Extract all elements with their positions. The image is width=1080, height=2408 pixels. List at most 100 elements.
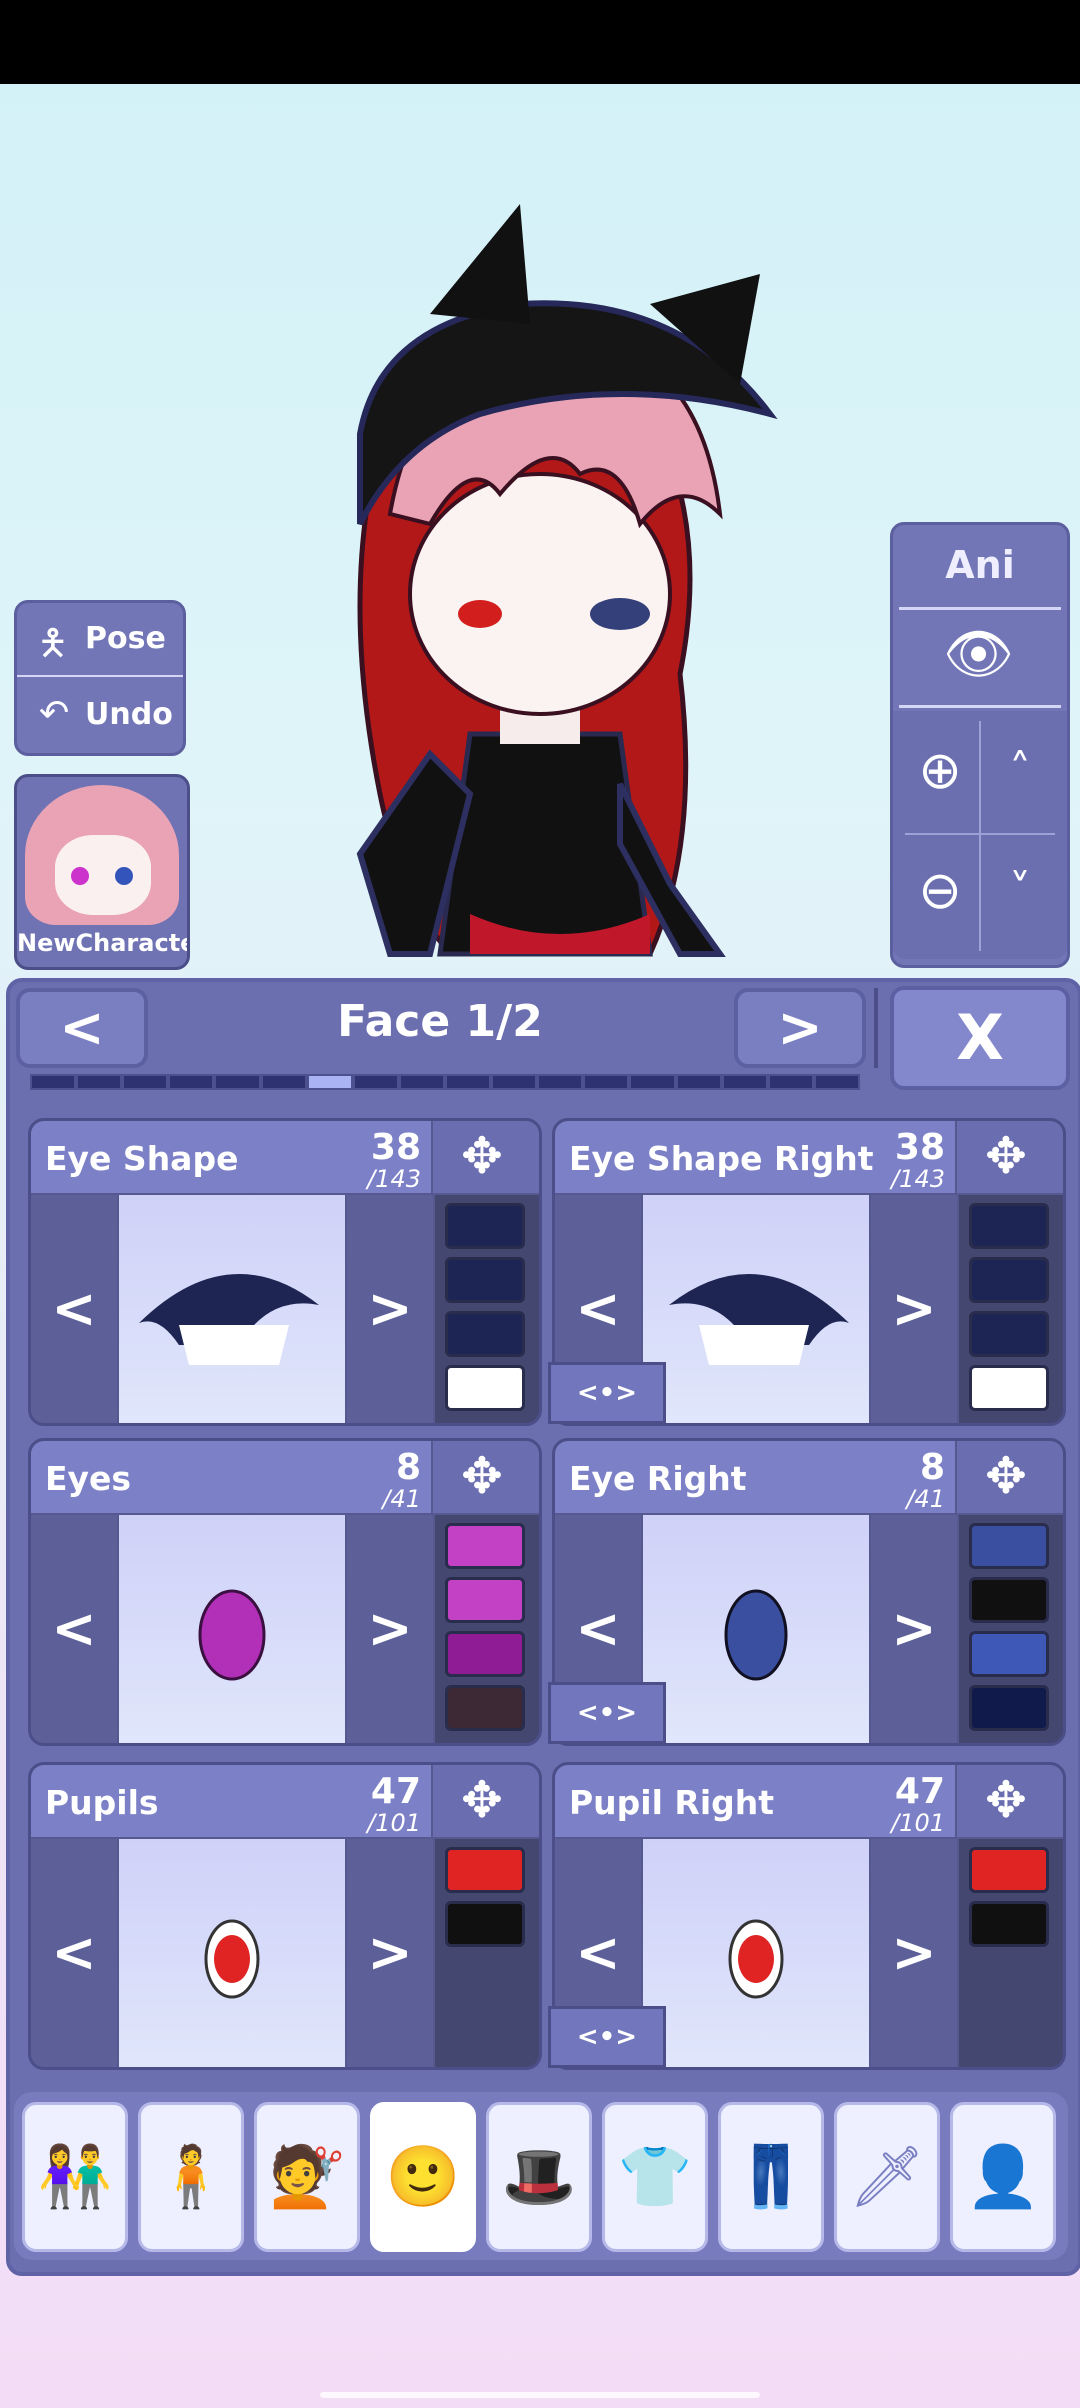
option-number: 8: [395, 1447, 421, 1488]
tab-top[interactable]: 👕: [602, 2102, 708, 2252]
move-button[interactable]: ✥: [433, 1121, 539, 1193]
progress-segment: [216, 1076, 259, 1088]
progress-segment: [124, 1076, 167, 1088]
card-header: Eye Right 8/41: [555, 1441, 955, 1513]
mirror-button[interactable]: <•>: [548, 2006, 666, 2068]
move-arrows-icon: ✥: [461, 1447, 503, 1505]
move-arrows-icon: ✥: [985, 1771, 1027, 1829]
move-up-button[interactable]: ˄: [985, 721, 1055, 821]
color-swatch[interactable]: [445, 1203, 525, 1249]
chevron-down-icon: ˅: [1009, 865, 1031, 916]
tab-bottom[interactable]: 👖: [718, 2102, 824, 2252]
option-card: Eyes 8/41 ✥ < >: [28, 1438, 542, 1746]
move-button[interactable]: ✥: [433, 1765, 539, 1837]
next-page-button[interactable]: >: [734, 988, 866, 1068]
color-swatch[interactable]: [445, 1685, 525, 1731]
character-preview[interactable]: [320, 194, 790, 1064]
option-total: /41: [382, 1485, 421, 1513]
close-button[interactable]: X: [890, 986, 1070, 1090]
undo-label: Undo: [85, 697, 173, 732]
ani-button[interactable]: Ani: [893, 543, 1067, 587]
color-swatch[interactable]: [445, 1311, 525, 1357]
progress-segment: [170, 1076, 213, 1088]
undo-button[interactable]: ↶ Undo: [17, 679, 183, 751]
tab-presets[interactable]: 👫: [22, 2102, 128, 2252]
color-swatch[interactable]: [969, 1631, 1049, 1677]
camera-controls: ⊕ ˄ ⊖ ˅: [893, 711, 1067, 959]
color-swatch[interactable]: [969, 1901, 1049, 1947]
undo-icon: ↶: [39, 693, 70, 734]
option-total: /101: [367, 1809, 421, 1837]
option-preview: [643, 1839, 869, 2067]
tab-body[interactable]: 🧍: [138, 2102, 244, 2252]
progress-segment: [493, 1076, 536, 1088]
color-swatch[interactable]: [445, 1847, 525, 1893]
move-button[interactable]: ✥: [957, 1765, 1063, 1837]
progress-segment: [769, 1076, 812, 1088]
prev-option-button[interactable]: <: [31, 1515, 117, 1743]
color-swatch[interactable]: [969, 1847, 1049, 1893]
next-option-button[interactable]: >: [347, 1839, 433, 2067]
mirror-button[interactable]: <•>: [548, 1682, 666, 1744]
eye-shape-right-preview: [669, 1273, 849, 1365]
progress-segment: [723, 1076, 766, 1088]
color-swatch[interactable]: [969, 1311, 1049, 1357]
color-swatch[interactable]: [445, 1365, 525, 1411]
tab-accessories[interactable]: 🎩: [486, 2102, 592, 2252]
zoom-in-button[interactable]: ⊕: [905, 721, 975, 821]
prev-page-button[interactable]: <: [16, 988, 148, 1068]
next-option-button[interactable]: >: [871, 1515, 957, 1743]
prev-option-button[interactable]: <: [31, 1839, 117, 2067]
card-header: Pupil Right 47/101: [555, 1765, 955, 1837]
color-swatch[interactable]: [969, 1365, 1049, 1411]
progress-segment: [78, 1076, 121, 1088]
next-option-button[interactable]: >: [347, 1515, 433, 1743]
prev-option-button[interactable]: <: [31, 1195, 117, 1423]
option-number: 47: [894, 1771, 945, 1812]
move-down-button[interactable]: ˅: [985, 841, 1055, 941]
tab-weapons[interactable]: 🗡: [834, 2102, 940, 2252]
color-swatch[interactable]: [445, 1577, 525, 1623]
zoom-in-icon: ⊕: [918, 741, 962, 801]
move-button[interactable]: ✥: [433, 1441, 539, 1513]
page-title: Face 1/2: [337, 996, 543, 1047]
eye-toggle-button[interactable]: 👁: [893, 613, 1067, 703]
character-slot[interactable]: NewCharacter: [14, 774, 190, 970]
color-swatch[interactable]: [445, 1523, 525, 1569]
option-number: 47: [370, 1771, 421, 1812]
eye-icon: 👁: [943, 622, 1015, 687]
tab-hair[interactable]: 💇: [254, 2102, 360, 2252]
color-swatch[interactable]: [445, 1901, 525, 1947]
color-swatches: [959, 1839, 1063, 2067]
next-option-button[interactable]: >: [347, 1195, 433, 1423]
next-option-button[interactable]: >: [871, 1195, 957, 1423]
move-button[interactable]: ✥: [957, 1121, 1063, 1193]
tab-face[interactable]: 🙂: [370, 2102, 476, 2252]
tab-profile[interactable]: 👤: [950, 2102, 1056, 2252]
next-option-button[interactable]: >: [871, 1839, 957, 2067]
pose-button[interactable]: 🯅 Pose: [17, 603, 183, 677]
mirror-button[interactable]: <•>: [548, 1362, 666, 1424]
color-swatch[interactable]: [445, 1631, 525, 1677]
color-swatch[interactable]: [969, 1523, 1049, 1569]
zoom-out-button[interactable]: ⊖: [905, 841, 975, 941]
category-tabbar: 👫 🧍 💇 🙂 🎩 👕 👖 🗡 👤: [14, 2092, 1068, 2260]
color-swatch[interactable]: [969, 1203, 1049, 1249]
card-header: Pupils 47/101: [31, 1765, 431, 1837]
color-swatch[interactable]: [969, 1685, 1049, 1731]
color-swatch[interactable]: [969, 1577, 1049, 1623]
color-swatch[interactable]: [969, 1257, 1049, 1303]
move-arrows-icon: ✥: [461, 1127, 503, 1185]
move-arrows-icon: ✥: [985, 1447, 1027, 1505]
card-title: Pupil Right: [569, 1783, 775, 1822]
home-indicator: [320, 2392, 760, 2398]
camera-panel: Ani 👁 ⊕ ˄ ⊖ ˅: [890, 522, 1070, 968]
close-label: X: [956, 1001, 1004, 1074]
move-button[interactable]: ✥: [957, 1441, 1063, 1513]
card-title: Eyes: [45, 1459, 132, 1498]
face-icon: 🙂: [385, 2142, 461, 2212]
color-swatch[interactable]: [445, 1257, 525, 1303]
progress-segment: [447, 1076, 490, 1088]
progress-segment: [677, 1076, 720, 1088]
card-title: Eye Shape: [45, 1139, 239, 1178]
